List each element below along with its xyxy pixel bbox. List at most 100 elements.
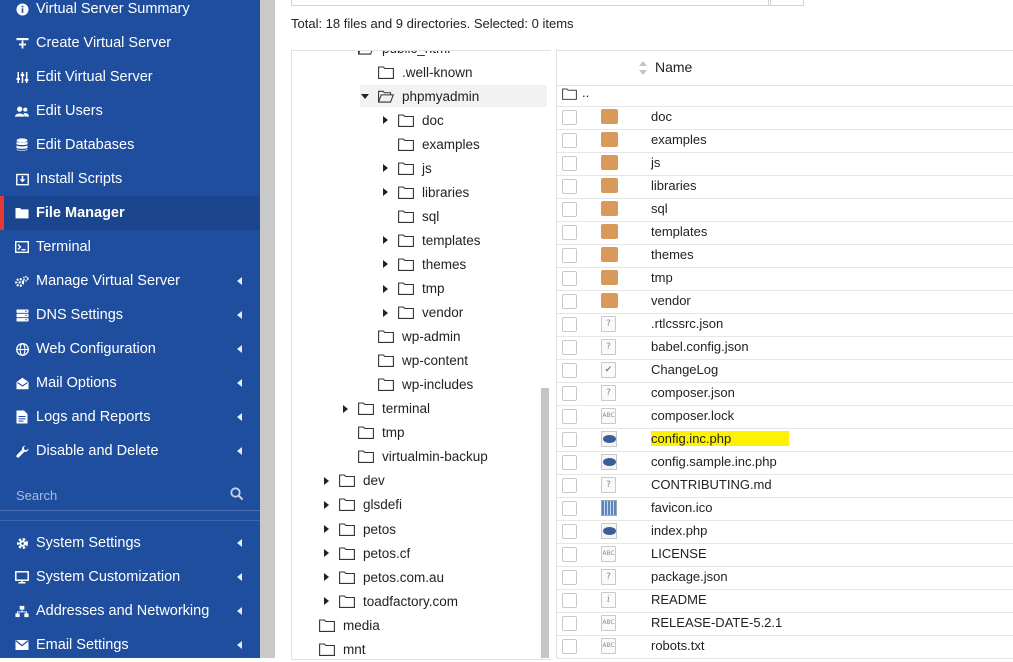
file-name[interactable]: index.php: [651, 523, 711, 538]
sidebar-item-disable-and-delete[interactable]: Disable and Delete: [0, 434, 260, 468]
tree-node-templates[interactable]: templates: [380, 229, 481, 251]
sidebar-item-edit-users[interactable]: Edit Users: [0, 94, 260, 128]
sidebar-item-logs-and-reports[interactable]: Logs and Reports: [0, 400, 260, 434]
row-checkbox[interactable]: [562, 363, 577, 378]
file-row[interactable]: ABC RELEASE-DATE-5.2.1: [557, 612, 1013, 636]
tree-node-doc[interactable]: doc: [380, 109, 444, 131]
file-row[interactable]: templates: [557, 221, 1013, 245]
file-row[interactable]: config.inc.php: [557, 428, 1013, 452]
row-checkbox[interactable]: [562, 524, 577, 539]
caret-right-icon[interactable]: [340, 404, 350, 414]
tree-scrollbar[interactable]: [541, 388, 549, 658]
file-row[interactable]: ABC composer.lock: [557, 405, 1013, 429]
file-name[interactable]: CONTRIBUTING.md: [651, 477, 776, 492]
row-checkbox[interactable]: [562, 156, 577, 171]
row-checkbox[interactable]: [562, 340, 577, 355]
file-name[interactable]: README: [651, 592, 711, 607]
file-row[interactable]: doc: [557, 106, 1013, 130]
file-row[interactable]: themes: [557, 244, 1013, 268]
file-row[interactable]: index.php: [557, 520, 1013, 544]
row-checkbox[interactable]: [562, 409, 577, 424]
tree-node-libraries[interactable]: libraries: [380, 181, 469, 203]
file-row[interactable]: libraries: [557, 175, 1013, 199]
caret-right-icon[interactable]: [321, 596, 331, 606]
tree-node-terminal[interactable]: terminal: [340, 398, 430, 420]
caret-right-icon[interactable]: [321, 572, 331, 582]
sidebar-item-edit-databases[interactable]: Edit Databases: [0, 128, 260, 162]
tree-node-petos-cf[interactable]: petos.cf: [321, 542, 410, 564]
tree-node-virtualmin-backup[interactable]: virtualmin-backup: [340, 446, 488, 468]
caret-right-icon[interactable]: [380, 308, 390, 318]
row-checkbox[interactable]: [562, 317, 577, 332]
tree-node-glsdefi[interactable]: glsdefi: [321, 494, 402, 516]
path-go-button[interactable]: [768, 0, 804, 6]
tree-node-wp-admin[interactable]: wp-admin: [360, 326, 461, 348]
file-name[interactable]: tmp: [651, 270, 677, 285]
tree-node-tmp[interactable]: tmp: [380, 278, 445, 300]
sort-icon[interactable]: [639, 61, 647, 75]
tree-node-toadfactory-com[interactable]: toadfactory.com: [321, 590, 458, 612]
row-checkbox[interactable]: [562, 179, 577, 194]
file-name[interactable]: libraries: [651, 178, 701, 193]
row-checkbox[interactable]: [562, 593, 577, 608]
caret-right-icon[interactable]: [380, 115, 390, 125]
sidebar-item-mail-options[interactable]: Mail Options: [0, 366, 260, 400]
file-name[interactable]: RELEASE-DATE-5.2.1: [651, 615, 786, 630]
file-row[interactable]: ✔ ChangeLog: [557, 359, 1013, 383]
tree-node-js[interactable]: js: [380, 157, 432, 179]
tree-node-dev[interactable]: dev: [321, 470, 385, 492]
row-checkbox[interactable]: [562, 547, 577, 562]
caret-right-icon[interactable]: [321, 548, 331, 558]
row-checkbox[interactable]: [562, 225, 577, 240]
file-name[interactable]: templates: [651, 224, 711, 239]
sidebar-item-web-configuration[interactable]: Web Configuration: [0, 332, 260, 366]
file-row[interactable]: vendor: [557, 290, 1013, 314]
row-checkbox[interactable]: [562, 202, 577, 217]
file-name[interactable]: examples: [651, 132, 711, 147]
file-row[interactable]: ABC LICENSE: [557, 543, 1013, 567]
file-row[interactable]: sql: [557, 198, 1013, 222]
file-row[interactable]: examples: [557, 129, 1013, 153]
file-name[interactable]: sql: [651, 201, 672, 216]
column-name[interactable]: Name: [655, 59, 692, 75]
tree-node-sql[interactable]: sql: [380, 205, 439, 227]
file-row[interactable]: favicon.ico: [557, 497, 1013, 521]
sidebar-search-input[interactable]: [14, 484, 218, 506]
search-icon[interactable]: [230, 487, 244, 501]
file-name[interactable]: config.sample.inc.php: [651, 454, 781, 469]
file-row[interactable]: js: [557, 152, 1013, 176]
sidebar-item-create-virtual-server[interactable]: Create Virtual Server: [0, 26, 260, 60]
file-row[interactable]: ? composer.json: [557, 382, 1013, 406]
caret-down-icon[interactable]: [360, 91, 370, 101]
file-name[interactable]: robots.txt: [651, 638, 708, 653]
tree-node-wp-includes[interactable]: wp-includes: [360, 374, 473, 396]
file-row[interactable]: ? package.json: [557, 566, 1013, 590]
file-name[interactable]: composer.lock: [651, 408, 738, 423]
row-checkbox[interactable]: [562, 501, 577, 516]
caret-right-icon[interactable]: [380, 284, 390, 294]
file-row[interactable]: ? .rtlcssrc.json: [557, 313, 1013, 337]
row-checkbox[interactable]: [562, 110, 577, 125]
file-name[interactable]: js: [651, 155, 664, 170]
file-row[interactable]: ? babel.config.json: [557, 336, 1013, 360]
tree-node-themes[interactable]: themes: [380, 253, 466, 275]
row-checkbox[interactable]: [562, 294, 577, 309]
file-name[interactable]: vendor: [651, 293, 695, 308]
row-checkbox[interactable]: [562, 616, 577, 631]
file-row[interactable]: ? CONTRIBUTING.md: [557, 474, 1013, 498]
tree-node-petos-com-au[interactable]: petos.com.au: [321, 566, 444, 588]
tree-node-public-html[interactable]: public_html: [340, 51, 450, 59]
sidebar-item-system-settings[interactable]: System Settings: [0, 526, 260, 560]
tree-node-tmp[interactable]: tmp: [340, 422, 405, 444]
row-checkbox[interactable]: [562, 432, 577, 447]
file-name[interactable]: ChangeLog: [651, 362, 722, 377]
file-name[interactable]: config.inc.php: [651, 431, 789, 446]
caret-right-icon[interactable]: [380, 187, 390, 197]
tree-node-examples[interactable]: examples: [380, 133, 480, 155]
tree-node-vendor[interactable]: vendor: [380, 302, 463, 324]
file-name[interactable]: doc: [651, 109, 676, 124]
caret-right-icon[interactable]: [380, 259, 390, 269]
row-checkbox[interactable]: [562, 386, 577, 401]
file-name[interactable]: themes: [651, 247, 698, 262]
row-checkbox[interactable]: [562, 248, 577, 263]
